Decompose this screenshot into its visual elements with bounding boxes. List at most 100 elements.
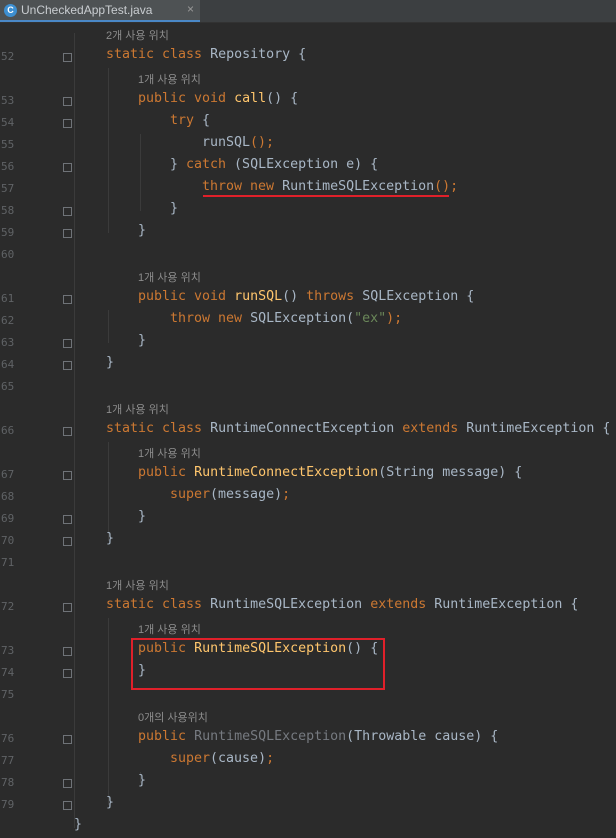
semicolon: ); [386,311,403,326]
code-line-78[interactable]: } [138,773,146,788]
indent-guide [108,442,109,541]
line-number: 74 [1,666,15,679]
code-line-70[interactable]: } [106,531,114,546]
code-line-57[interactable]: throw new RuntimeSQLException(); [202,179,458,194]
fold-marker[interactable] [63,119,72,128]
fold-marker[interactable] [63,603,72,612]
active-tab-indicator [0,20,200,22]
indent-guide [74,33,75,828]
code-editor[interactable]: 2개 사용 위치 1개 사용 위치 1개 사용 위치 1개 사용 위치 1개 사… [0,23,616,838]
code-line-53[interactable]: public void call() { [138,91,298,106]
code-line-67[interactable]: public RuntimeConnectException(String me… [138,465,522,480]
code-line-55[interactable]: runSQL(); [202,135,274,150]
code-line-63[interactable]: } [138,333,146,348]
line-number: 79 [1,798,15,811]
keyword: super [170,751,211,766]
keyword: public void [138,91,227,106]
code-text: SQLException( [242,311,355,326]
semicolon: ; [282,487,291,502]
code-line-69[interactable]: } [138,509,146,524]
usage-hint[interactable]: 1개 사용 위치 [138,445,201,461]
fold-marker[interactable] [63,229,72,238]
fold-marker[interactable] [63,537,72,546]
line-number: 78 [1,776,15,789]
code-text: } [106,355,115,370]
method-name: RuntimeConnectException [194,465,379,480]
editor-tab-bar: C UnCheckedAppTest.java × [0,0,616,23]
code-text: } [170,201,179,216]
code-text: (Throwable cause) { [346,729,499,744]
fold-marker[interactable] [63,339,72,348]
code-text: (String message) { [378,465,523,480]
line-number: 54 [1,116,15,129]
line-number: 70 [1,534,15,547]
close-icon[interactable]: × [187,2,194,16]
semicolon: (); [250,135,275,150]
fold-marker[interactable] [63,295,72,304]
line-number: 55 [1,138,15,151]
fold-marker[interactable] [63,207,72,216]
usage-hint[interactable]: 1개 사용 위치 [138,269,201,285]
code-line-61[interactable]: public void runSQL() throws SQLException… [138,289,474,304]
fold-marker[interactable] [63,427,72,436]
code-line-56[interactable]: } catch (SQLException e) { [170,157,378,172]
code-line-59[interactable]: } [138,223,146,238]
fold-marker[interactable] [63,515,72,524]
code-text: RuntimeException { [426,597,579,612]
code-line-80[interactable]: } [74,817,82,832]
line-number: 77 [1,754,15,767]
fold-marker[interactable] [63,669,72,678]
code-text: SQLException { [354,289,475,304]
fold-marker[interactable] [63,53,72,62]
usage-hint[interactable]: 1개 사용 위치 [138,621,201,637]
line-number: 73 [1,644,15,657]
code-line-68[interactable]: super(message); [170,487,290,502]
keyword: extends [370,597,427,612]
keyword: public [138,729,187,744]
line-number: 57 [1,182,15,195]
line-number: 61 [1,292,15,305]
code-line-58[interactable]: } [170,201,178,216]
fold-marker[interactable] [63,163,72,172]
highlight-box [131,638,385,690]
keyword: catch [186,157,227,172]
code-text: () { [266,91,299,106]
fold-marker[interactable] [63,471,72,480]
code-text: runSQL [202,135,251,150]
usage-hint[interactable]: 2개 사용 위치 [106,27,169,43]
semicolon: ; [266,751,275,766]
tab-unchecked-app-test[interactable]: C UnCheckedAppTest.java × [0,0,200,22]
fold-marker[interactable] [63,647,72,656]
fold-marker[interactable] [63,361,72,370]
code-line-72[interactable]: static class RuntimeSQLException extends… [106,597,578,612]
line-number: 56 [1,160,15,173]
code-line-52[interactable]: static class Repository { [106,47,306,62]
code-line-54[interactable]: try { [170,113,210,128]
usage-hint[interactable]: 1개 사용 위치 [106,577,169,593]
usage-hint[interactable]: 1개 사용 위치 [138,71,201,87]
code-line-62[interactable]: throw new SQLException("ex"); [170,311,402,326]
line-number: 59 [1,226,15,239]
tab-title[interactable]: UnCheckedAppTest.java [21,3,152,17]
usage-hint[interactable]: 0개의 사용위치 [138,709,208,725]
fold-marker[interactable] [63,97,72,106]
java-class-icon: C [4,4,17,17]
indent-guide [140,134,141,211]
usage-hint[interactable]: 1개 사용 위치 [106,401,169,417]
fold-marker[interactable] [63,735,72,744]
code-text: { [194,113,211,128]
code-line-79[interactable]: } [106,795,114,810]
code-line-66[interactable]: static class RuntimeConnectException ext… [106,421,610,436]
code-text: } [170,157,187,172]
code-line-77[interactable]: super(cause); [170,751,274,766]
code-text: } [138,223,147,238]
fold-marker[interactable] [63,801,72,810]
keyword: try [170,113,195,128]
fold-marker[interactable] [63,779,72,788]
code-line-76[interactable]: public RuntimeSQLException(Throwable cau… [138,729,498,744]
code-line-64[interactable]: } [106,355,114,370]
code-text: RuntimeException { [458,421,611,436]
code-text: RuntimeConnectException [202,421,403,436]
line-number: 64 [1,358,15,371]
line-number: 67 [1,468,15,481]
